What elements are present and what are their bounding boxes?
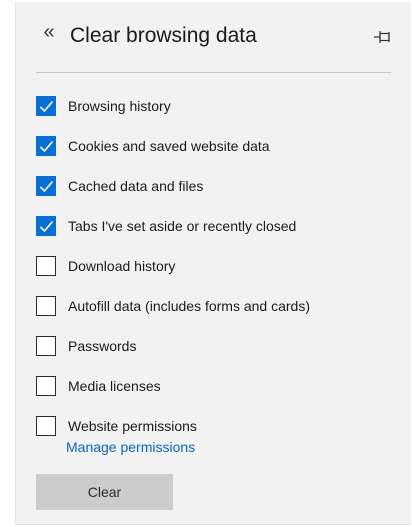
checkbox-website-permissions[interactable] [36,416,56,436]
option-label: Cached data and files [68,178,204,194]
option-label: Download history [68,258,176,274]
pin-icon[interactable] [373,28,395,46]
option-cached-data[interactable]: Cached data and files [36,168,401,208]
checkbox-autofill-data[interactable] [36,296,56,316]
checkbox-tabs-set-aside[interactable] [36,216,56,236]
option-browsing-history[interactable]: Browsing history [36,88,401,128]
option-label: Tabs I've set aside or recently closed [68,218,297,234]
manage-permissions-link[interactable]: Manage permissions [66,439,195,455]
checkbox-passwords[interactable] [36,336,56,356]
checkbox-cookies-data[interactable] [36,136,56,156]
option-autofill-data[interactable]: Autofill data (includes forms and cards) [36,288,401,328]
checkmark-icon [39,140,54,153]
page-title: Clear browsing data [70,24,257,47]
options-list: Browsing history Cookies and saved websit… [36,88,401,448]
option-label: Media licenses [68,378,161,394]
option-label: Autofill data (includes forms and cards) [68,298,310,314]
checkmark-icon [39,180,54,193]
checkbox-browsing-history[interactable] [36,96,56,116]
checkmark-icon [39,220,54,233]
option-passwords[interactable]: Passwords [36,328,401,368]
back-icon[interactable]: « [38,22,60,44]
option-cookies-data[interactable]: Cookies and saved website data [36,128,401,168]
checkbox-media-licenses[interactable] [36,376,56,396]
header-divider [36,72,391,73]
option-label: Cookies and saved website data [68,138,270,154]
option-tabs-set-aside[interactable]: Tabs I've set aside or recently closed [36,208,401,248]
clear-browsing-data-panel: « Clear browsing data Browsing history Co… [15,2,411,525]
option-download-history[interactable]: Download history [36,248,401,288]
checkmark-icon [39,100,54,113]
checkbox-cached-data[interactable] [36,176,56,196]
clear-button[interactable]: Clear [36,474,173,510]
checkbox-download-history[interactable] [36,256,56,276]
option-label: Passwords [68,338,137,354]
panel-header: « Clear browsing data [16,2,411,72]
option-media-licenses[interactable]: Media licenses [36,368,401,408]
option-label: Browsing history [68,98,171,114]
option-label: Website permissions [68,418,197,434]
